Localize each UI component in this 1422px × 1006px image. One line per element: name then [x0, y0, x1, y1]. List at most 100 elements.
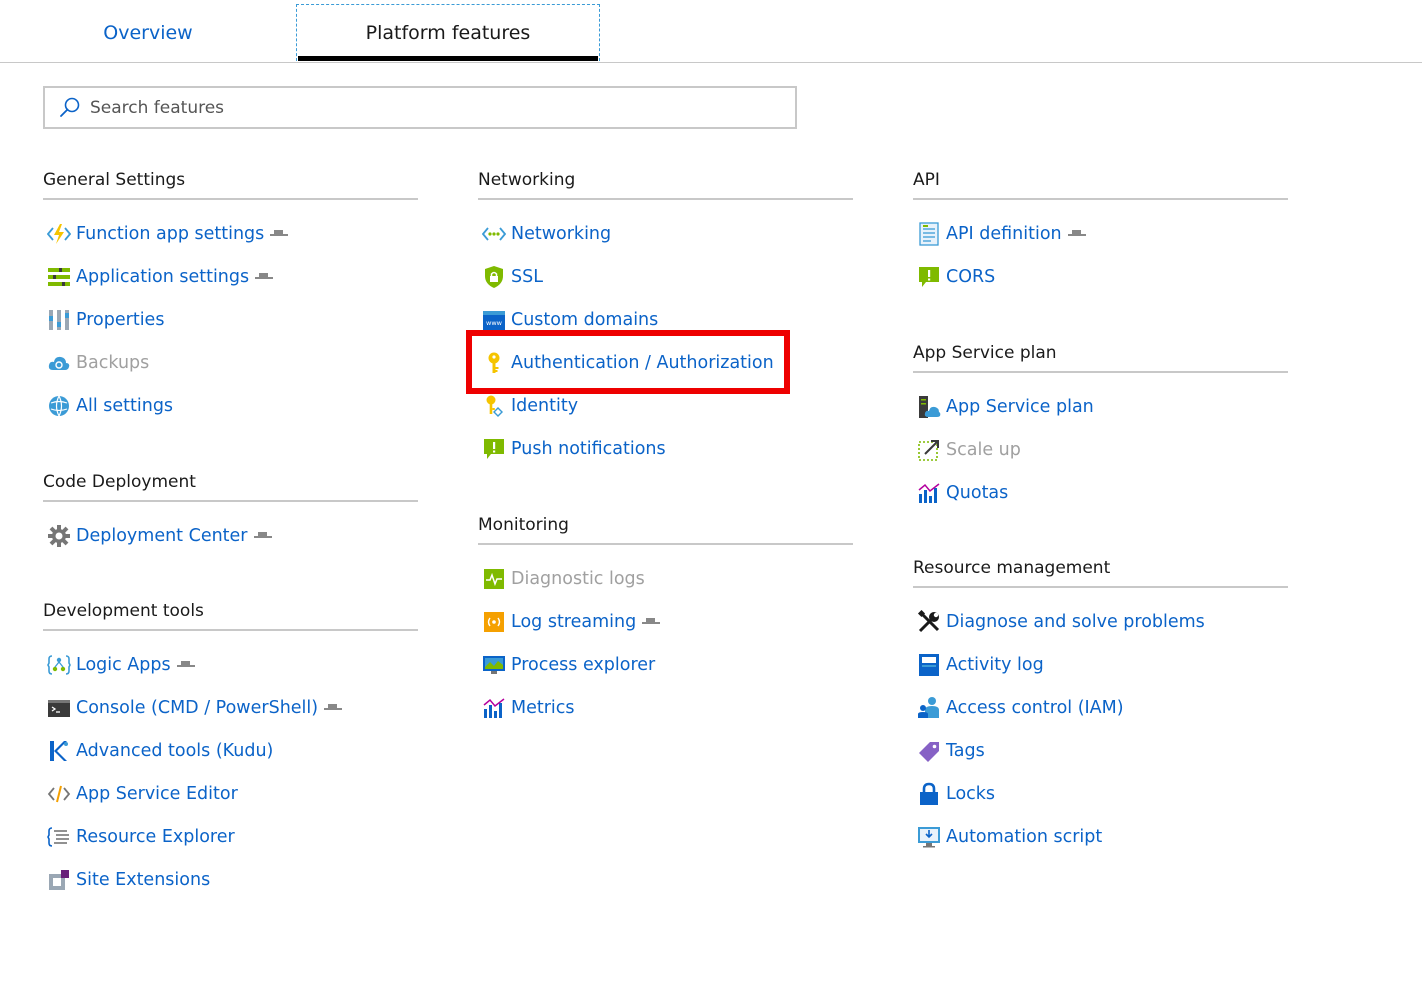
- push-notifications-link[interactable]: Push notifications: [478, 427, 853, 470]
- item-label: Access control (IAM): [946, 697, 1124, 718]
- item-label: Automation script: [946, 826, 1103, 847]
- resource-explorer-link[interactable]: Resource Explorer: [43, 815, 418, 858]
- properties-link[interactable]: Properties: [43, 298, 418, 341]
- diagnose-solve-link[interactable]: Diagnose and solve problems: [913, 600, 1288, 643]
- item-label: Scale up: [946, 439, 1021, 460]
- item-label: Properties: [76, 309, 165, 330]
- diagnostic-logs-link[interactable]: Diagnostic logs: [478, 557, 853, 600]
- networking-icon: [481, 221, 507, 247]
- section-api: API API definition CORS: [913, 166, 1288, 298]
- access-control-link[interactable]: Access control (IAM): [913, 686, 1288, 729]
- section-development-tools: Development tools Logic Apps Console (CM…: [43, 597, 418, 901]
- preview-pin-icon: [176, 660, 195, 667]
- item-label: All settings: [76, 395, 174, 416]
- deployment-center-link[interactable]: Deployment Center: [43, 514, 418, 557]
- app-service-plan-link[interactable]: App Service plan: [913, 385, 1288, 428]
- globe-settings-icon: [46, 393, 72, 419]
- app-service-plan-icon: [916, 394, 942, 420]
- item-label: Diagnostic logs: [511, 568, 645, 589]
- section-title: Code Deployment: [43, 472, 196, 492]
- item-label: Process explorer: [511, 654, 656, 675]
- logic-apps-link[interactable]: Logic Apps: [43, 643, 418, 686]
- preview-pin-icon: [324, 703, 343, 710]
- app-service-editor-link[interactable]: App Service Editor: [43, 772, 418, 815]
- ssl-shield-icon: [481, 264, 507, 290]
- application-settings-link[interactable]: Application settings: [43, 255, 418, 298]
- extensions-icon: [46, 867, 72, 893]
- function-bolt-icon: [46, 221, 72, 247]
- cors-icon: [916, 264, 942, 290]
- section-title: API: [913, 170, 940, 190]
- cors-link[interactable]: CORS: [913, 255, 1288, 298]
- metrics-link[interactable]: Metrics: [478, 686, 853, 729]
- backups-link[interactable]: Backups: [43, 341, 418, 384]
- function-app-settings-link[interactable]: Function app settings: [43, 212, 418, 255]
- kudu-link[interactable]: Advanced tools (Kudu): [43, 729, 418, 772]
- console-link[interactable]: Console (CMD / PowerShell): [43, 686, 418, 729]
- section-title: Resource management: [913, 558, 1111, 578]
- push-notification-icon: [481, 436, 507, 462]
- log-streaming-icon: [481, 609, 507, 635]
- process-explorer-link[interactable]: Process explorer: [478, 643, 853, 686]
- activity-log-link[interactable]: Activity log: [913, 643, 1288, 686]
- item-label: API definition: [946, 223, 1062, 244]
- api-definition-link[interactable]: API definition: [913, 212, 1288, 255]
- highlight-box: [466, 330, 790, 394]
- item-label: Custom domains: [511, 309, 659, 330]
- item-label: Metrics: [511, 697, 575, 718]
- item-label: Networking: [511, 223, 612, 244]
- preview-pin-icon: [642, 617, 661, 624]
- item-label: SSL: [511, 266, 543, 287]
- console-icon: [46, 695, 72, 721]
- item-label: Push notifications: [511, 438, 666, 459]
- all-settings-link[interactable]: All settings: [43, 384, 418, 427]
- scale-up-link[interactable]: Scale up: [913, 428, 1288, 471]
- preview-pin-icon: [253, 531, 272, 538]
- section-code-deployment: Code Deployment Deployment Center: [43, 468, 418, 557]
- tools-icon: [916, 609, 942, 635]
- item-label: Backups: [76, 352, 150, 373]
- scale-up-icon: [916, 437, 942, 463]
- ssl-link[interactable]: SSL: [478, 255, 853, 298]
- item-label: App Service plan: [946, 396, 1094, 417]
- search-input[interactable]: [90, 89, 795, 126]
- gear-icon: [46, 523, 72, 549]
- item-label: Deployment Center: [76, 525, 248, 546]
- section-app-service-plan: App Service plan App Service plan Scale …: [913, 339, 1288, 514]
- section-title: App Service plan: [913, 343, 1057, 363]
- item-label: CORS: [946, 266, 996, 287]
- item-label: Function app settings: [76, 223, 265, 244]
- item-label: Advanced tools (Kudu): [76, 740, 274, 761]
- tab-overview[interactable]: Overview: [0, 4, 296, 61]
- section-networking: Networking Networking SSL www Custom dom…: [478, 166, 853, 470]
- section-title: Networking: [478, 170, 576, 190]
- item-label: Quotas: [946, 482, 1009, 503]
- platform-features-page: Overview Platform features General Setti…: [0, 0, 1422, 1006]
- kudu-icon: [46, 738, 72, 764]
- preview-pin-icon: [255, 272, 274, 279]
- site-extensions-link[interactable]: Site Extensions: [43, 858, 418, 901]
- item-label: Resource Explorer: [76, 826, 235, 847]
- automation-script-icon: [916, 824, 942, 850]
- access-control-icon: [916, 695, 942, 721]
- search-box[interactable]: [43, 86, 797, 129]
- process-explorer-icon: [481, 652, 507, 678]
- automation-script-link[interactable]: Automation script: [913, 815, 1288, 858]
- tag-icon: [916, 738, 942, 764]
- tab-platform-features[interactable]: Platform features: [296, 4, 600, 61]
- locks-link[interactable]: Locks: [913, 772, 1288, 815]
- tab-bar: Overview Platform features: [0, 0, 1422, 63]
- section-general-settings: General Settings Function app settings A…: [43, 166, 418, 427]
- log-streaming-link[interactable]: Log streaming: [478, 600, 853, 643]
- code-editor-icon: [46, 781, 72, 807]
- properties-icon: [46, 307, 72, 333]
- section-title: General Settings: [43, 170, 186, 190]
- networking-link[interactable]: Networking: [478, 212, 853, 255]
- quotas-icon: [916, 480, 942, 506]
- www-icon: www: [481, 307, 507, 333]
- quotas-link[interactable]: Quotas: [913, 471, 1288, 514]
- section-title: Development tools: [43, 601, 204, 621]
- item-label: Logic Apps: [76, 654, 171, 675]
- tags-link[interactable]: Tags: [913, 729, 1288, 772]
- item-label: Log streaming: [511, 611, 637, 632]
